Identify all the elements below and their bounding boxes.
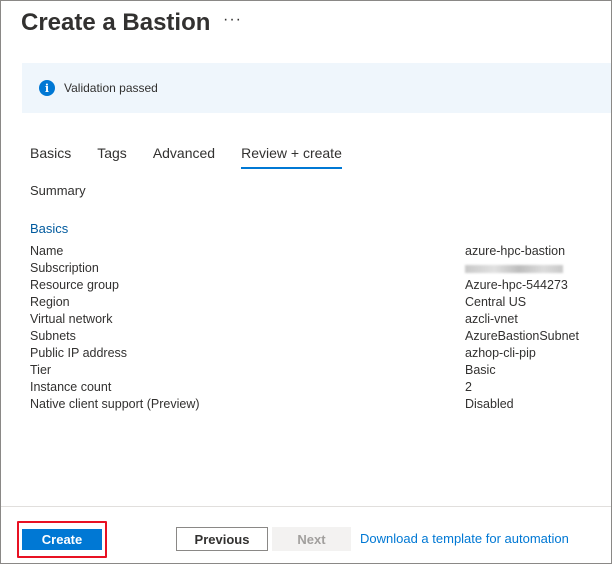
create-button-highlight: Create xyxy=(17,521,107,558)
row-label: Resource group xyxy=(30,278,119,292)
row-label: Name xyxy=(30,244,64,258)
tab-basics[interactable]: Basics xyxy=(30,145,71,169)
row-value: azhop-cli-pip xyxy=(465,346,536,360)
row-label: Tier xyxy=(30,363,52,377)
row-label: Subscription xyxy=(30,261,99,275)
next-button: Next xyxy=(272,527,351,551)
row-value: azure-hpc-bastion xyxy=(465,244,566,258)
summary-row: Virtual network azcli-vnet xyxy=(30,311,590,328)
row-label: Virtual network xyxy=(30,312,113,326)
tab-advanced[interactable]: Advanced xyxy=(153,145,215,169)
validation-message: Validation passed xyxy=(64,81,158,95)
row-label: Instance count xyxy=(30,380,112,394)
summary-heading: Summary xyxy=(30,183,86,198)
row-label: Subnets xyxy=(30,329,76,343)
row-label: Native client support (Preview) xyxy=(30,397,200,411)
summary-row: Instance count 2 xyxy=(30,379,590,396)
summary-row: Name azure-hpc-bastion xyxy=(30,243,590,260)
page-title: Create a Bastion xyxy=(21,9,211,36)
row-value: Central US xyxy=(465,295,527,309)
summary-row: Subnets AzureBastionSubnet xyxy=(30,328,590,345)
row-value: Azure-hpc-544273 xyxy=(465,278,568,292)
row-value: AzureBastionSubnet xyxy=(465,329,579,343)
download-template-link[interactable]: Download a template for automation xyxy=(360,531,569,546)
row-value: Disabled xyxy=(465,397,514,411)
create-button[interactable]: Create xyxy=(22,529,102,550)
summary-row: Native client support (Preview) Disabled xyxy=(30,396,590,413)
tab-tags[interactable]: Tags xyxy=(97,145,127,169)
row-label: Public IP address xyxy=(30,346,128,360)
summary-row: Subscription xyxy=(30,260,590,277)
previous-button[interactable]: Previous xyxy=(176,527,268,551)
row-value: Basic xyxy=(465,363,496,377)
more-options-icon[interactable]: ··· xyxy=(223,11,242,29)
wizard-tabs: Basics Tags Advanced Review + create xyxy=(30,145,368,169)
summary-list: Name azure-hpc-bastion Subscription Reso… xyxy=(30,243,590,413)
row-value: azcli-vnet xyxy=(465,312,518,326)
tab-review-create[interactable]: Review + create xyxy=(241,145,342,169)
blade: Create a Bastion ··· i Validation passed… xyxy=(0,0,612,564)
summary-row: Region Central US xyxy=(30,294,590,311)
summary-row: Public IP address azhop-cli-pip xyxy=(30,345,590,362)
row-value-redacted xyxy=(465,260,590,277)
validation-banner: i Validation passed xyxy=(22,63,611,113)
info-icon: i xyxy=(39,80,55,96)
summary-row: Resource group Azure-hpc-544273 xyxy=(30,277,590,294)
footer-divider xyxy=(1,506,611,507)
row-label: Region xyxy=(30,295,70,309)
section-basics-heading: Basics xyxy=(30,221,69,236)
redacted-value xyxy=(465,265,563,273)
summary-row: Tier Basic xyxy=(30,362,590,379)
row-value: 2 xyxy=(465,380,472,394)
